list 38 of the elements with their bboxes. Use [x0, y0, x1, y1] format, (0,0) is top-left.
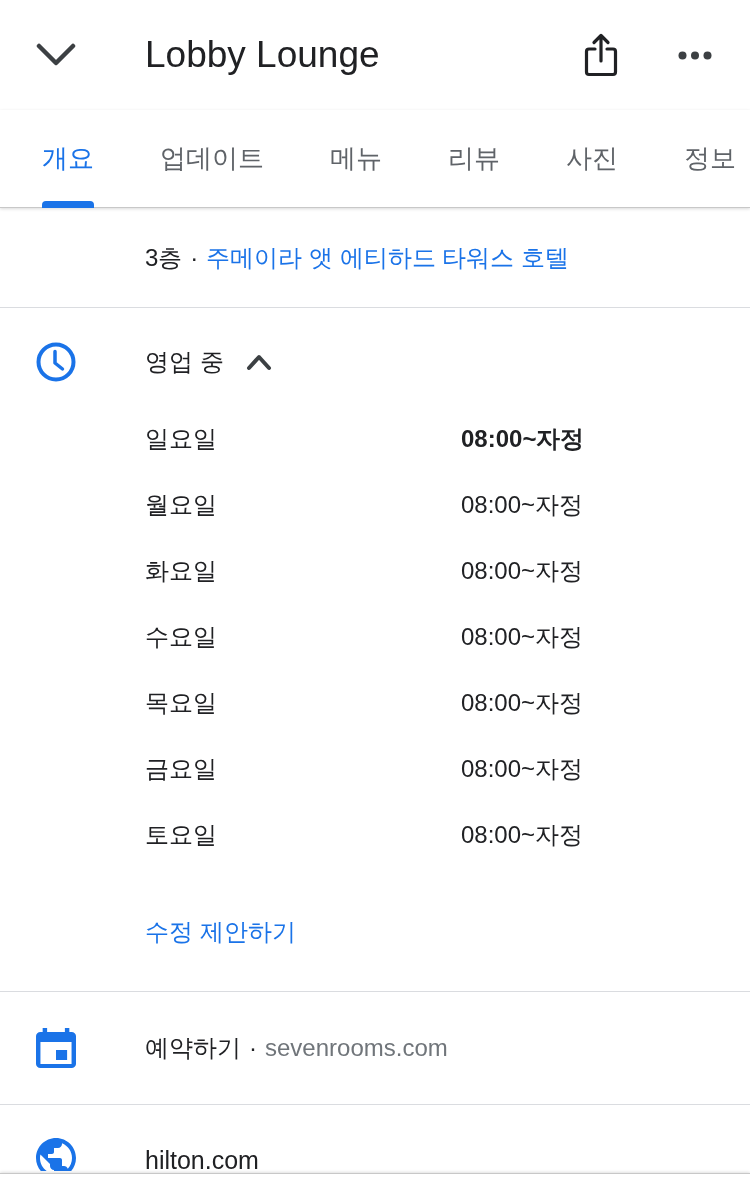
reservation-site: sevenrooms.com — [265, 1033, 448, 1063]
day-label: 수요일 — [145, 622, 218, 652]
clock-icon — [36, 342, 76, 382]
hours-value: 08:00~자정 — [461, 622, 584, 652]
website-link[interactable]: hilton.com — [145, 1146, 259, 1174]
suggest-edit-link[interactable]: 수정 제안하기 — [145, 917, 296, 947]
tab[interactable]: 메뉴 — [297, 110, 415, 208]
day-label: 금요일 — [145, 754, 218, 784]
hotel-link[interactable]: 주메이라 앳 에티하드 타워스 호텔 — [206, 242, 570, 273]
hours-value: 08:00~자정 — [461, 424, 585, 454]
more-icon — [678, 50, 712, 60]
place-title: Lobby Lounge — [145, 33, 381, 77]
calendar-icon — [36, 1028, 76, 1068]
more-button[interactable] — [678, 50, 712, 60]
day-label: 토요일 — [145, 820, 218, 850]
hours-toggle[interactable]: 영업 중 — [145, 347, 272, 377]
floor-label: 3층 — [145, 242, 183, 273]
tab[interactable]: 업데이트 — [127, 110, 297, 208]
hours-value: 08:00~자정 — [461, 556, 584, 586]
tab[interactable]: 사진 — [533, 110, 651, 208]
day-label: 목요일 — [145, 688, 218, 718]
chevron-down-icon — [36, 43, 76, 67]
hours-value: 08:00~자정 — [461, 688, 584, 718]
separator-dot: · — [190, 242, 199, 273]
day-label: 월요일 — [145, 490, 218, 520]
day-label: 화요일 — [145, 556, 218, 586]
share-icon — [584, 33, 618, 77]
share-button[interactable] — [584, 33, 618, 77]
day-label: 일요일 — [145, 424, 218, 454]
globe-icon — [36, 1138, 76, 1171]
tab[interactable]: 리뷰 — [415, 110, 533, 208]
hours-value: 08:00~자정 — [461, 820, 584, 850]
hours-value: 08:00~자정 — [461, 490, 584, 520]
tab[interactable]: 개요 — [9, 110, 127, 208]
reservation-link[interactable]: 예약하기 — [145, 1033, 241, 1063]
separator-dot: · — [249, 1033, 257, 1063]
hours-value: 08:00~자정 — [461, 754, 584, 784]
tab[interactable]: 정보 — [651, 110, 750, 208]
